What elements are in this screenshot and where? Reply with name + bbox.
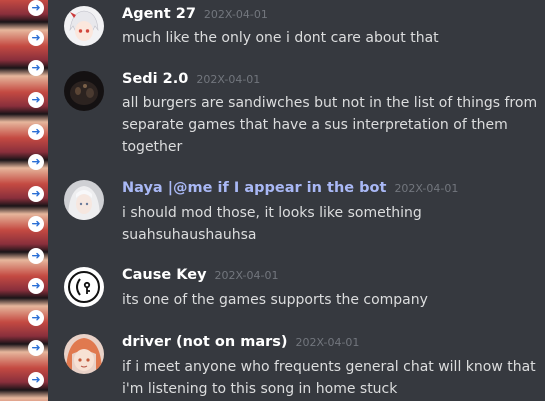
share-arrow-icon: ➜: [28, 154, 44, 170]
anime-girl-avatar[interactable]: [64, 6, 104, 46]
author-name-text[interactable]: Cause Key: [122, 267, 207, 283]
share-arrow-icon: ➜: [28, 216, 44, 232]
share-arrow-icon: ➜: [28, 0, 44, 16]
server-strip: ➜ ➜ ➜ ➜ ➜ ➜ ➜ ➜ ➜ ➜ ➜ ➜ ➜: [0, 0, 48, 401]
white-hair-girl-avatar[interactable]: [64, 180, 104, 220]
author-name-text[interactable]: Sedi 2.0: [122, 71, 188, 87]
share-arrow-icon: ➜: [28, 278, 44, 294]
message-text: its one of the games supports the compan…: [122, 292, 428, 308]
share-arrow-icon: ➜: [28, 30, 44, 46]
timestamp: 202X-04-01: [203, 8, 268, 21]
message-text: if i meet anyone who frequents general c…: [122, 359, 536, 397]
share-arrow-icon: ➜: [28, 124, 44, 140]
share-arrow-icon: ➜: [28, 248, 44, 264]
dark-scene-avatar[interactable]: [64, 71, 104, 111]
share-arrow-icon: ➜: [28, 60, 44, 76]
share-arrow-icon: ➜: [28, 186, 44, 202]
author-name-text[interactable]: Agent 27: [122, 6, 196, 22]
author-name-text[interactable]: driver (not on mars): [122, 334, 288, 350]
share-arrow-icon: ➜: [28, 340, 44, 356]
timestamp: 202X-04-01: [394, 182, 459, 195]
timestamp: 202X-04-01: [295, 336, 360, 349]
timestamp: 202X-04-01: [196, 73, 261, 86]
author-name[interactable]: driver (not on mars) 202X-04-01: [122, 334, 359, 350]
orange-hair-avatar[interactable]: [64, 334, 104, 374]
timestamp: 202X-04-01: [214, 269, 279, 282]
message-list: Agent 27 202X-04-01 much like the only on…: [48, 0, 545, 401]
cause-key-logo-avatar[interactable]: [64, 267, 104, 307]
author-name[interactable]: Cause Key 202X-04-01: [122, 267, 278, 283]
author-name[interactable]: Agent 27 202X-04-01: [122, 6, 268, 22]
message-text: i should mod those, it looks like someth…: [122, 205, 422, 243]
author-name[interactable]: Naya |@me if I appear in the bot 202X-04-…: [122, 180, 458, 196]
share-arrow-icon: ➜: [28, 372, 44, 388]
message-text: much like the only one i dont care about…: [122, 30, 439, 46]
author-name-text[interactable]: Naya |@me if I appear in the bot: [122, 180, 386, 196]
message-text: all burgers are sandiwches but not in th…: [122, 95, 538, 155]
share-arrow-icon: ➜: [28, 92, 44, 108]
share-arrow-icon: ➜: [28, 310, 44, 326]
author-name[interactable]: Sedi 2.0 202X-04-01: [122, 71, 260, 87]
